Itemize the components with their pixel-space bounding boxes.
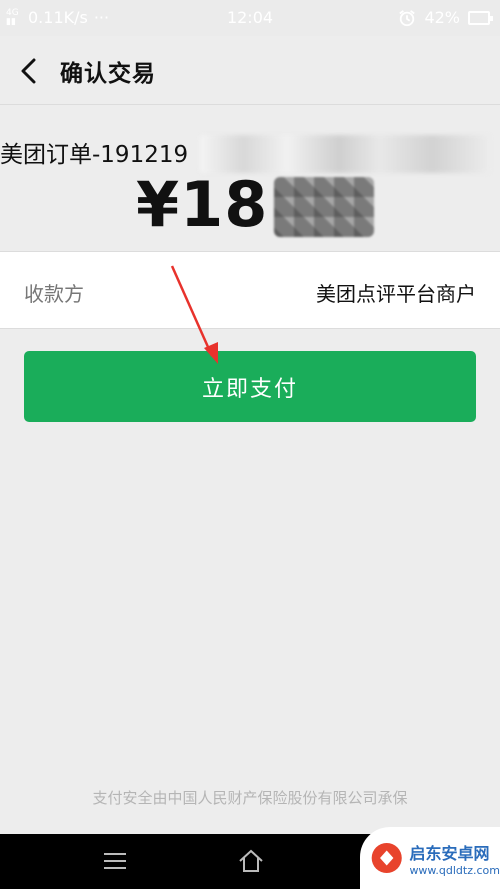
watermark-logo-icon: [371, 842, 402, 874]
header: 确认交易: [0, 36, 500, 104]
amount-row: ¥18: [136, 165, 375, 245]
amount-redacted: [274, 177, 375, 237]
payee-row: 收款方 美团点评平台商户: [0, 251, 500, 329]
watermark-text: 启东安卓网 www.qdldtz.com: [409, 840, 500, 877]
status-bar: 4G ▮▮ 0.11K/s ··· 12:04 42%: [0, 0, 500, 36]
order-title: 美团订单-191219: [0, 142, 189, 168]
page-title: 确认交易: [60, 61, 156, 87]
battery-percent: 42%: [424, 8, 460, 27]
alarm-icon: [399, 9, 416, 26]
payee-value: 美团点评平台商户: [316, 282, 476, 306]
order-summary: 美团订单-191219 ¥18: [0, 104, 500, 251]
order-amount: ¥18: [136, 168, 269, 241]
pay-now-button[interactable]: 立即支付: [24, 351, 476, 422]
battery-icon: [468, 10, 493, 25]
status-right: 42%: [398, 8, 493, 27]
watermark: 启东安卓网 www.qdldtz.com: [360, 827, 500, 889]
pay-now-label: 立即支付: [201, 376, 298, 402]
chevron-left-icon[interactable]: [18, 58, 40, 84]
watermark-name: 启东安卓网: [409, 843, 490, 863]
watermark-url: www.qdldtz.com: [409, 863, 500, 877]
home-icon[interactable]: [236, 848, 266, 874]
insurance-note: 支付安全由中国人民财产保险股份有限公司承保: [92, 789, 408, 807]
menu-icon[interactable]: [100, 848, 130, 874]
payee-label: 收款方: [24, 282, 84, 306]
